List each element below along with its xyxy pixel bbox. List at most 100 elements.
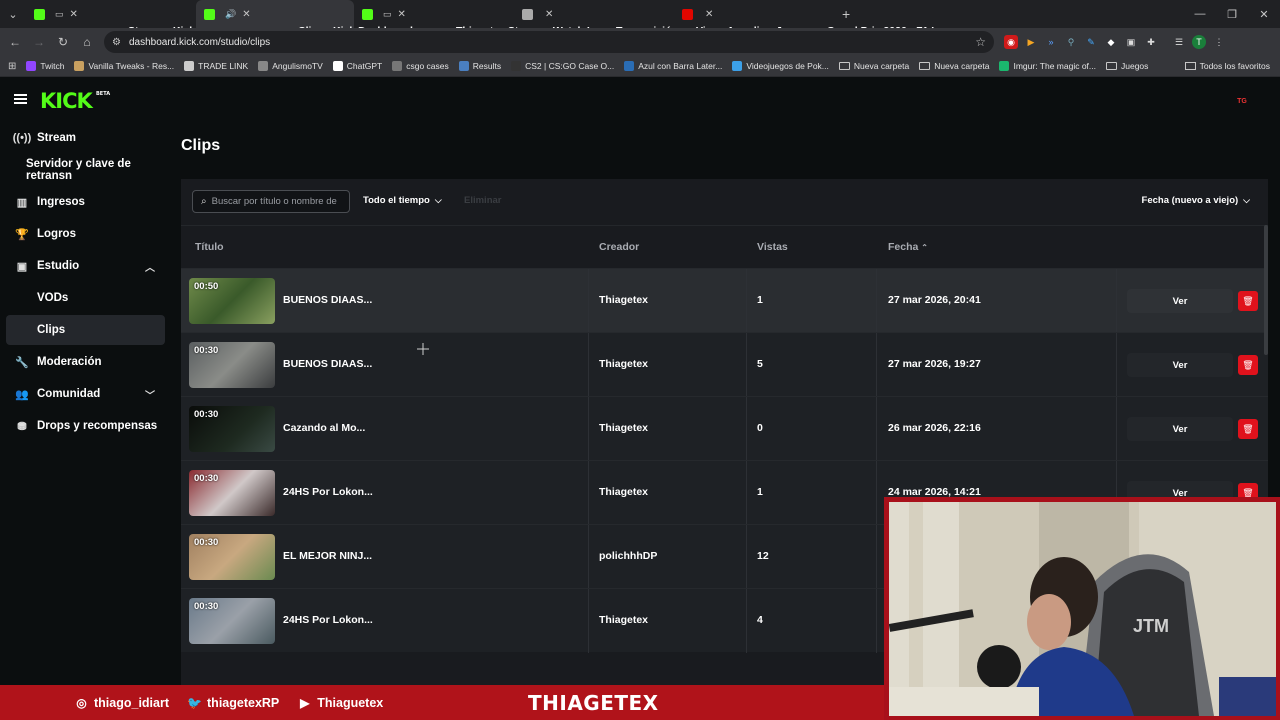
minimize-icon[interactable]: —	[1184, 0, 1216, 28]
view-clip-button[interactable]: Ver	[1127, 353, 1233, 377]
clip-thumbnail[interactable]: 00:30	[189, 598, 275, 644]
bookmark-item[interactable]: TRADE LINK	[184, 61, 248, 71]
sidebar-item-vods[interactable]: VODs	[6, 283, 165, 313]
sidebar-item-comunidad[interactable]: 👥 Comunidad ﹀	[6, 379, 165, 409]
bookmark-item[interactable]: Twitch	[26, 61, 64, 71]
sidebar-item-stream[interactable]: ((•)) Stream	[6, 123, 165, 153]
column-date[interactable]: Fecha ⌃	[888, 241, 928, 253]
address-bar[interactable]: ⚙ dashboard.kick.com/studio/clips ☆	[104, 31, 994, 53]
sort-dropdown[interactable]: Fecha (nuevo a viejo) ⌵	[1142, 195, 1250, 206]
new-tab-button[interactable]: +	[842, 6, 850, 22]
audio-icon[interactable]: 🔊	[225, 9, 236, 20]
close-tab-icon[interactable]: ✕	[70, 9, 78, 20]
sidebar-item-moderacion[interactable]: 🔧 Moderación	[6, 347, 165, 377]
user-avatar[interactable]: TG	[1234, 95, 1250, 107]
browser-tab[interactable]: Clips - Kick Dashboard 🔊 ✕	[196, 0, 413, 37]
clip-title[interactable]: BUENOS DIAAS...	[283, 294, 372, 306]
table-row[interactable]: 00:50 BUENOS DIAAS... Thiagetex 1 27 mar…	[181, 268, 1268, 333]
sidebar-item-logros[interactable]: 🏆 Logros	[6, 219, 165, 249]
clip-creator[interactable]: Thiagetex	[599, 614, 648, 626]
bookmark-item[interactable]: Nueva carpeta	[919, 61, 989, 71]
clip-thumbnail[interactable]: 00:50	[189, 278, 275, 324]
back-icon[interactable]: ←	[3, 28, 27, 56]
tab-search-icon[interactable]: ⌄	[0, 0, 26, 28]
extension-icon[interactable]: ⚲	[1064, 35, 1078, 49]
browser-tab[interactable]: Japanese Grand Prix 2026 - F1 L ✕	[674, 0, 938, 37]
time-filter-dropdown[interactable]: Todo el tiempo ⌵	[363, 195, 442, 206]
clip-creator[interactable]: polichhhDP	[599, 550, 657, 562]
all-bookmarks[interactable]: Todos los favoritos	[1184, 61, 1270, 71]
search-field[interactable]: ⌕	[192, 190, 350, 213]
sidebar-item-estudio[interactable]: ▣ Estudio ︿	[6, 251, 165, 281]
extension-icon[interactable]: ◉	[1004, 35, 1018, 49]
forward-icon[interactable]: →	[27, 28, 51, 56]
delete-clip-button[interactable]: 🗑	[1238, 355, 1258, 375]
bookmark-item[interactable]: Imgur: The magic of...	[999, 61, 1096, 71]
cast-icon[interactable]: ▭	[55, 9, 64, 20]
close-tab-icon[interactable]: ✕	[398, 9, 406, 20]
browser-tab[interactable]: Stream - Kick Dashboard ▭ ✕	[26, 0, 253, 37]
chevron-down-icon[interactable]: ﹀	[145, 387, 155, 402]
bookmark-item[interactable]: ChatGPT	[332, 61, 382, 71]
view-clip-button[interactable]: Ver	[1127, 417, 1233, 441]
clip-creator[interactable]: Thiagetex	[599, 486, 648, 498]
bookmark-item[interactable]: Azul con Barra Later...	[624, 61, 722, 71]
sidebar-item-clips[interactable]: Clips	[6, 315, 165, 345]
bookmark-item[interactable]: Results	[458, 61, 501, 71]
bookmark-item[interactable]: Vanilla Tweaks - Res...	[74, 61, 174, 71]
delete-selected-button[interactable]: Eliminar	[464, 195, 502, 206]
delete-clip-button[interactable]: 🗑	[1238, 291, 1258, 311]
clip-thumbnail[interactable]: 00:30	[189, 470, 275, 516]
cast-icon[interactable]: ▭	[383, 9, 392, 20]
view-clip-button[interactable]: Ver	[1127, 289, 1233, 313]
clip-creator[interactable]: Thiagetex	[599, 422, 648, 434]
bookmark-item[interactable]: CS2 | CS:GO Case O...	[511, 61, 614, 71]
kick-logo[interactable]: KICK BETA	[40, 89, 110, 113]
close-window-icon[interactable]: ✕	[1248, 0, 1280, 28]
search-input[interactable]	[211, 196, 340, 207]
home-icon[interactable]: ⌂	[75, 28, 99, 56]
profile-avatar[interactable]: T	[1192, 35, 1206, 49]
column-creator[interactable]: Creador	[599, 241, 639, 253]
column-title[interactable]: Título	[195, 241, 224, 253]
reading-list-icon[interactable]: ☰	[1172, 35, 1186, 49]
bookmark-item[interactable]: AngulismoTV	[258, 61, 323, 71]
menu-icon[interactable]	[14, 94, 27, 104]
clip-creator[interactable]: Thiagetex	[599, 294, 648, 306]
scrollbar[interactable]	[1264, 225, 1268, 355]
clip-thumbnail[interactable]: 00:30	[189, 342, 275, 388]
extensions-puzzle-icon[interactable]: ✚	[1144, 35, 1158, 49]
bookmark-star-icon[interactable]: ☆	[975, 35, 986, 49]
browser-tab[interactable]: Thiagetex Stream - Watch L ▭ ✕	[354, 0, 593, 37]
clip-title[interactable]: Cazando al Mo...	[283, 422, 365, 434]
clip-title[interactable]: 24HS Por Lokon...	[283, 486, 373, 498]
sidebar-item-servidor[interactable]: Servidor y clave de retransn	[6, 155, 165, 185]
extension-icon[interactable]: ◆	[1104, 35, 1118, 49]
close-tab-icon[interactable]: ✕	[545, 9, 553, 20]
bookmark-item[interactable]: Juegos	[1106, 61, 1148, 71]
reload-icon[interactable]: ↻	[51, 28, 75, 56]
close-tab-icon[interactable]: ✕	[705, 9, 713, 20]
sidebar-item-ingresos[interactable]: ▥ Ingresos	[6, 187, 165, 217]
sidebar-item-drops[interactable]: ⛃ Drops y recompensas	[6, 411, 165, 441]
extension-icon[interactable]: ✎	[1084, 35, 1098, 49]
browser-menu-icon[interactable]: ⋮	[1212, 35, 1226, 49]
extension-icon[interactable]: »	[1044, 35, 1058, 49]
bookmark-item[interactable]: Nueva carpeta	[838, 61, 909, 71]
chevron-up-icon[interactable]: ︿	[145, 259, 155, 274]
site-info-icon[interactable]: ⚙	[112, 37, 121, 48]
table-row[interactable]: 00:30 Cazando al Mo... Thiagetex 0 26 ma…	[181, 396, 1268, 461]
clip-title[interactable]: 24HS Por Lokon...	[283, 614, 373, 626]
table-row[interactable]: 00:30 BUENOS DIAAS... Thiagetex 5 27 mar…	[181, 332, 1268, 397]
clip-creator[interactable]: Thiagetex	[599, 358, 648, 370]
bookmark-item[interactable]: Videojuegos de Pok...	[732, 61, 829, 71]
bookmark-item[interactable]: csgo cases	[392, 61, 449, 71]
column-views[interactable]: Vistas	[757, 241, 788, 253]
delete-clip-button[interactable]: 🗑	[1238, 419, 1258, 439]
apps-grid-icon[interactable]: ⊞	[8, 61, 16, 72]
clip-thumbnail[interactable]: 00:30	[189, 534, 275, 580]
clip-title[interactable]: EL MEJOR NINJ...	[283, 550, 372, 562]
extension-icon[interactable]: ▣	[1124, 35, 1138, 49]
close-tab-icon[interactable]: ✕	[242, 9, 250, 20]
clip-thumbnail[interactable]: 00:30	[189, 406, 275, 452]
